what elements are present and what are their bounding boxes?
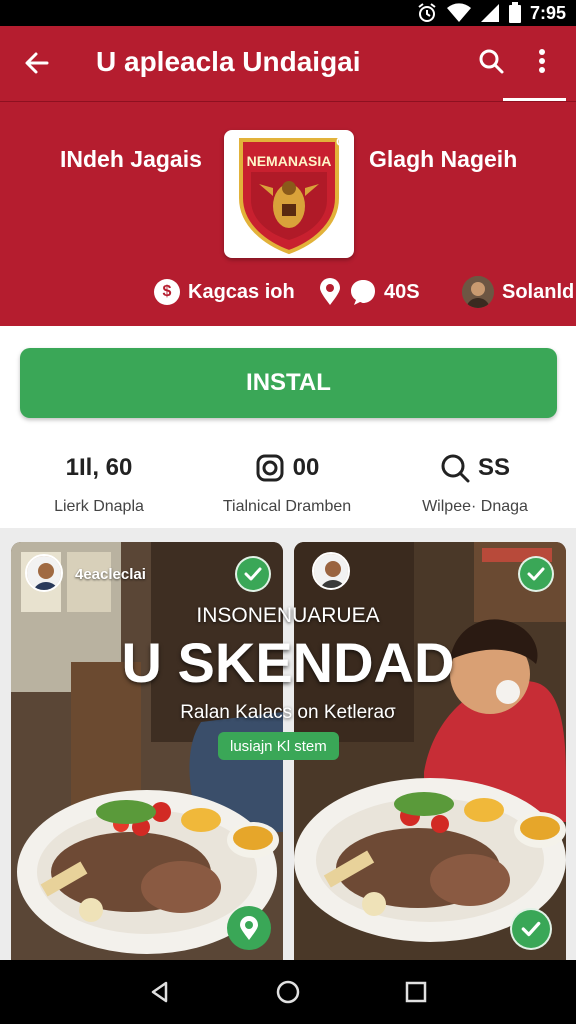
promo-heading: INSONENUARUEA — [196, 604, 380, 627]
stat-downloads-label: Lierk Dnapla — [54, 498, 144, 515]
camera-icon — [256, 454, 284, 482]
app-meta-row: $ Kagcas ioh 40S Solanld — [0, 274, 576, 310]
status-bar: 7:95 — [0, 0, 576, 26]
map-pin-icon — [240, 916, 258, 940]
nav-recents-button[interactable] — [398, 974, 434, 1010]
stat-downloads: 1Il, 60 Lierk Dnapla — [4, 448, 194, 516]
nav-recents-icon — [405, 981, 427, 1003]
battery-icon — [508, 2, 521, 23]
comments-count: 40S — [384, 280, 420, 303]
app-title: U apleacla Undaigai — [96, 46, 361, 77]
status-icons: 7:95 — [416, 0, 566, 26]
stat-rating-label: Tialnical Dramben — [222, 498, 352, 515]
card-2-check-badge — [518, 556, 554, 592]
card-1-avatar — [25, 554, 63, 592]
developer-avatar — [462, 276, 494, 308]
developer-name: Solanld — [502, 280, 575, 303]
nav-home-button[interactable] — [270, 974, 306, 1010]
wifi-icon — [446, 3, 471, 23]
stat-rating-value: 00 — [292, 454, 320, 481]
app-header: INdeh Jagais NEMANASIA C Glagh Nageih $ … — [0, 102, 576, 326]
location-pin-icon — [320, 278, 340, 305]
card-1-username: 4eacleclai — [75, 566, 146, 583]
price-label: Kagcas ioh — [188, 280, 295, 303]
header-left-text: INdeh Jagais — [60, 146, 202, 172]
shield-emblem-icon: NEMANASIA — [239, 138, 339, 255]
comments-info: 40S — [318, 274, 420, 310]
tab-indicator — [503, 98, 566, 101]
alarm-icon — [418, 3, 436, 22]
check-icon — [244, 567, 262, 581]
install-button[interactable]: INSTAL — [20, 348, 557, 418]
nav-home-icon — [276, 980, 300, 1004]
header-right-text: Glagh Nageih — [369, 146, 518, 172]
search-icon — [479, 49, 504, 74]
stat-size-value: SS — [477, 454, 510, 481]
promo-caption: Ralan Kalacs on Ketleraσ — [180, 702, 396, 723]
system-nav-bar — [0, 960, 576, 1024]
signal-icon — [480, 4, 499, 22]
logo-corner-mark: C — [336, 134, 346, 149]
stat-rating: 00 Tialnical Dramben — [192, 448, 382, 516]
magnify-icon — [441, 454, 470, 483]
overflow-menu-button[interactable] — [528, 44, 556, 78]
card-2-avatar — [312, 552, 350, 590]
promo-tag-button[interactable]: lusiajn Kl stem — [218, 732, 339, 760]
app-bar: U apleacla Undaigai — [0, 26, 576, 102]
app-logo: NEMANASIA — [224, 130, 354, 258]
check-icon — [527, 567, 545, 581]
promo-headline: U SKENDAD — [121, 631, 455, 694]
map-pin-button[interactable] — [227, 906, 271, 950]
search-button[interactable] — [474, 44, 508, 78]
status-time: 7:95 — [529, 2, 566, 23]
more-vert-icon — [539, 49, 545, 73]
dollar-icon: $ — [154, 279, 180, 305]
price-info: $ Kagcas ioh — [154, 274, 295, 310]
back-button[interactable] — [20, 46, 54, 80]
back-arrow-icon — [25, 52, 49, 74]
card-1-check-badge — [235, 556, 271, 592]
nav-back-icon — [151, 981, 168, 1003]
card-2-selected-badge[interactable] — [510, 908, 552, 950]
check-icon — [521, 921, 541, 937]
comment-icon — [351, 280, 375, 305]
stat-size-label: Wilpee· Dnaga — [422, 498, 528, 515]
nav-back-button[interactable] — [142, 974, 178, 1010]
developer-info[interactable]: Solanld — [462, 274, 574, 310]
logo-text: NEMANASIA — [247, 153, 332, 169]
stat-size: SS Wilpee· Dnaga — [380, 448, 570, 516]
stat-downloads-value: 1Il, 60 — [65, 454, 133, 481]
